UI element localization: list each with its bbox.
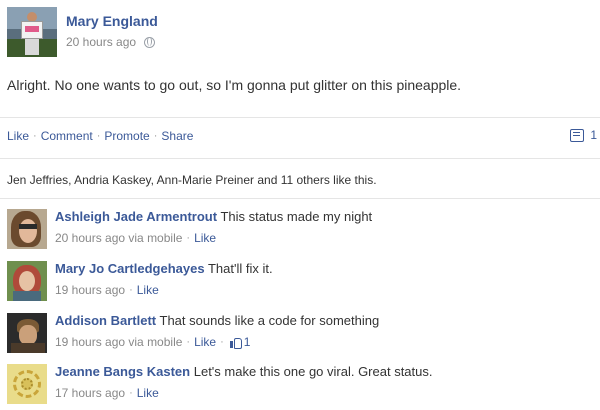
separator-dot: · xyxy=(129,284,133,296)
post-meta: 20 hours ago xyxy=(66,35,158,49)
comment-item: Mary Jo Cartledgehayes That'll fix it. 1… xyxy=(7,261,593,305)
comment-meta: 17 hours ago · Like xyxy=(55,386,433,400)
comment-like-link[interactable]: Like xyxy=(194,231,216,245)
commenter-avatar[interactable] xyxy=(7,261,47,301)
commenter-avatar[interactable] xyxy=(7,209,47,249)
divider xyxy=(0,117,600,118)
comment-item: Addison Bartlett That sounds like a code… xyxy=(7,313,593,357)
commenter-avatar[interactable] xyxy=(7,313,47,353)
share-link[interactable]: Share xyxy=(161,129,193,143)
status-text: Alright. No one wants to go out, so I'm … xyxy=(7,77,462,93)
comment-count: 1 xyxy=(590,128,597,142)
comment-body: Jeanne Bangs Kasten Let's make this one … xyxy=(55,364,433,400)
comment-time[interactable]: 20 hours ago via mobile xyxy=(55,231,182,245)
comment-text: This status made my night xyxy=(220,209,373,224)
comment-text: Let's make this one go viral. Great stat… xyxy=(193,364,433,379)
commenter-name[interactable]: Addison Bartlett xyxy=(55,313,156,328)
commenter-name[interactable]: Ashleigh Jade Armentrout xyxy=(55,209,217,224)
comment-item: Ashleigh Jade Armentrout This status mad… xyxy=(7,209,593,253)
comment-body: Ashleigh Jade Armentrout This status mad… xyxy=(55,209,372,245)
author-avatar[interactable] xyxy=(7,7,57,57)
comment-meta: 20 hours ago via mobile · Like xyxy=(55,231,372,245)
separator-dot: · xyxy=(186,336,191,348)
like-link[interactable]: Like xyxy=(7,129,29,143)
comment-item: Jeanne Bangs Kasten Let's make this one … xyxy=(7,364,593,408)
globe-icon[interactable] xyxy=(144,36,156,48)
commenter-avatar[interactable] xyxy=(7,364,47,404)
divider xyxy=(0,158,600,159)
post-header-text: Mary England 20 hours ago xyxy=(66,7,158,57)
comment-time[interactable]: 19 hours ago xyxy=(55,283,125,297)
author-name-link[interactable]: Mary England xyxy=(66,13,158,31)
separator-dot: · xyxy=(153,130,158,142)
separator-dot: · xyxy=(33,130,37,142)
separator-dot: · xyxy=(129,387,133,399)
comment-time[interactable]: 17 hours ago xyxy=(55,386,125,400)
separator-dot: · xyxy=(220,336,224,348)
divider xyxy=(0,198,600,199)
post-actions: Like · Comment · Promote · Share xyxy=(7,129,193,143)
comment-body: Mary Jo Cartledgehayes That'll fix it. 1… xyxy=(55,261,273,297)
comment-link[interactable]: Comment xyxy=(41,129,93,143)
commenter-name[interactable]: Jeanne Bangs Kasten xyxy=(55,364,190,379)
comment-bubble-icon xyxy=(570,128,585,142)
post-header: Mary England 20 hours ago xyxy=(7,7,158,57)
promote-link[interactable]: Promote xyxy=(104,129,149,143)
comment-body: Addison Bartlett That sounds like a code… xyxy=(55,313,379,349)
comment-like-count[interactable]: 1 xyxy=(244,335,251,349)
comment-like-link[interactable]: Like xyxy=(137,283,159,297)
comment-like-link[interactable]: Like xyxy=(137,386,159,400)
comment-count-button[interactable]: 1 xyxy=(570,128,597,142)
comment-meta: 19 hours ago via mobile · Like · 1 xyxy=(55,335,379,349)
likes-summary[interactable]: Jen Jeffries, Andria Kaskey, Ann-Marie P… xyxy=(7,173,377,187)
comment-meta: 19 hours ago · Like xyxy=(55,283,273,297)
comment-text: That sounds like a code for something xyxy=(159,313,380,328)
separator-dot: · xyxy=(96,130,101,142)
thumbs-up-icon[interactable] xyxy=(229,337,242,349)
comment-like-link[interactable]: Like xyxy=(194,335,216,349)
comment-time[interactable]: 19 hours ago via mobile xyxy=(55,335,182,349)
comment-text: That'll fix it. xyxy=(207,261,273,276)
post-timestamp[interactable]: 20 hours ago xyxy=(66,35,136,49)
commenter-name[interactable]: Mary Jo Cartledgehayes xyxy=(55,261,205,276)
separator-dot: · xyxy=(186,232,191,244)
